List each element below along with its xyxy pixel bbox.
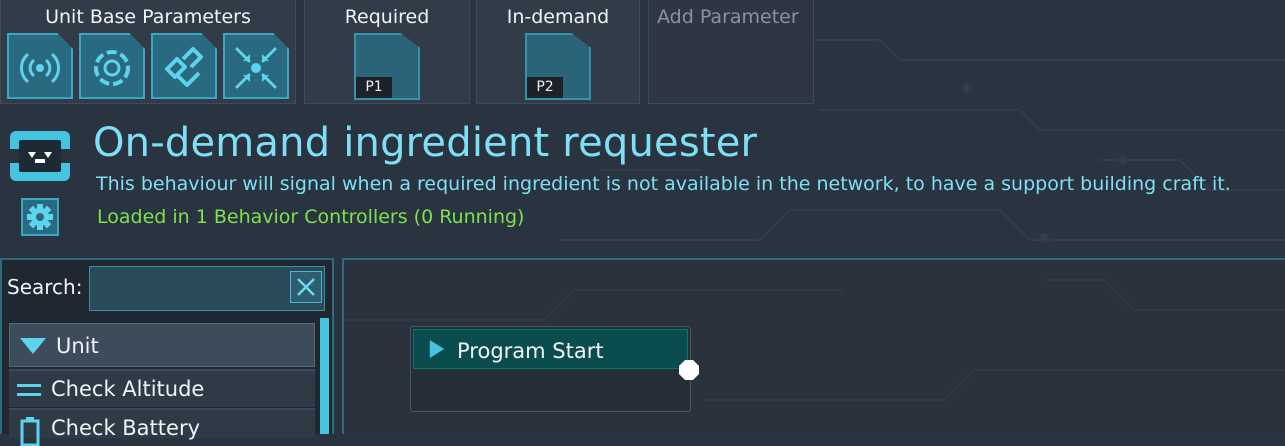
- tab-title: In-demand: [506, 6, 610, 28]
- add-parameter-button[interactable]: Add Parameter: [648, 0, 814, 104]
- swirl-icon[interactable]: [79, 33, 145, 99]
- library-scrollbar[interactable]: [320, 318, 329, 434]
- node-program-start[interactable]: Program Start: [410, 326, 691, 412]
- close-icon: [297, 278, 315, 296]
- search-label: Search:: [7, 275, 83, 299]
- category-unit[interactable]: Unit: [9, 323, 315, 367]
- tab-title: Required: [344, 6, 430, 28]
- radar-signal-icon[interactable]: [7, 33, 73, 99]
- list-item-check-altitude[interactable]: Check Altitude: [9, 369, 315, 407]
- parameter-file-p2[interactable]: P2: [525, 33, 591, 100]
- node-header[interactable]: Program Start: [413, 329, 688, 369]
- behavior-description: This behaviour will signal when a requir…: [96, 173, 1231, 195]
- equals-icon: [17, 384, 41, 396]
- list-item-label: Check Battery: [51, 416, 200, 440]
- behavior-icon: [10, 131, 70, 181]
- list-item-label: Check Altitude: [51, 377, 205, 401]
- page-title: On-demand ingredient requester: [93, 120, 758, 166]
- chevron-down-icon: [20, 338, 46, 354]
- parameter-file-p1[interactable]: P1: [354, 33, 420, 100]
- clear-search-button[interactable]: [290, 271, 322, 303]
- node-title: Program Start: [457, 339, 604, 363]
- settings-gear-icon[interactable]: [21, 198, 59, 236]
- tab-title: Unit Base Parameters: [45, 6, 251, 28]
- battery-icon: [20, 417, 40, 446]
- converge-arrows-icon[interactable]: [223, 33, 289, 99]
- category-label: Unit: [56, 334, 99, 358]
- parameter-label: P1: [356, 77, 392, 98]
- parameter-label: P2: [527, 77, 563, 98]
- chain-link-icon[interactable]: [151, 33, 217, 99]
- add-parameter-label: Add Parameter: [657, 6, 799, 28]
- node-output-port[interactable]: [679, 360, 699, 380]
- play-icon: [429, 340, 445, 358]
- status-text: Loaded in 1 Behavior Controllers (0 Runn…: [97, 206, 525, 228]
